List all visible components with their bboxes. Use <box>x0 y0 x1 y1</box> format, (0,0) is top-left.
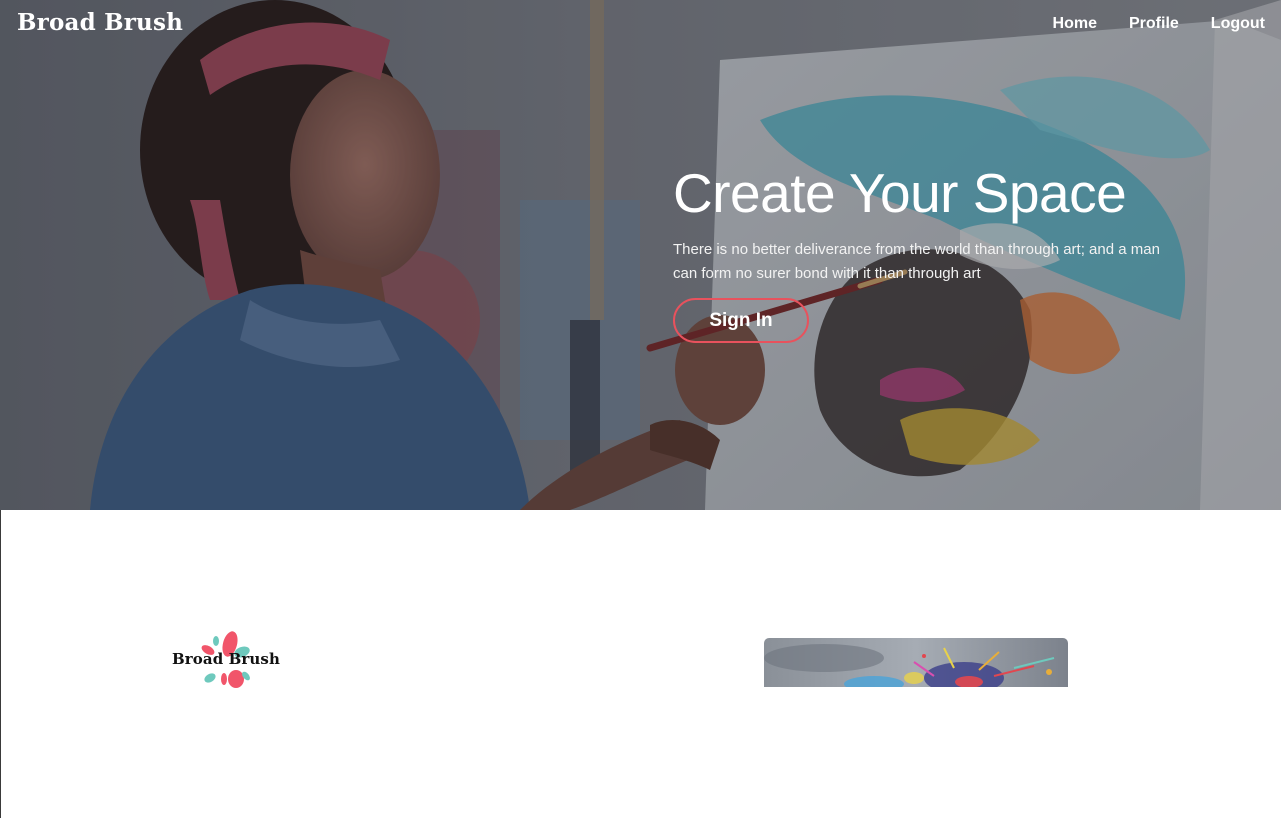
nav-home-link[interactable]: Home <box>1053 15 1097 33</box>
sign-in-button[interactable]: Sign In <box>673 298 809 343</box>
hero-content: Create Your Space There is no better del… <box>673 160 1193 343</box>
nav-logout-link[interactable]: Logout <box>1211 15 1265 33</box>
nav-links: Home Profile Logout <box>1053 15 1265 33</box>
logo-wordmark: Broad Brush <box>172 650 280 668</box>
art-card-image <box>764 638 1068 687</box>
nav-profile-link[interactable]: Profile <box>1129 15 1179 33</box>
hero-subtitle: There is no better deliverance from the … <box>673 241 1160 282</box>
brand-logo-link[interactable]: Broad Brush <box>17 9 183 36</box>
hero-section: Broad Brush Home Profile Logout Create Y… <box>0 0 1281 510</box>
hero-title: Create Your Space <box>673 162 1127 224</box>
top-navbar: Broad Brush Home Profile Logout <box>0 0 1281 48</box>
left-border-line <box>0 510 1 818</box>
